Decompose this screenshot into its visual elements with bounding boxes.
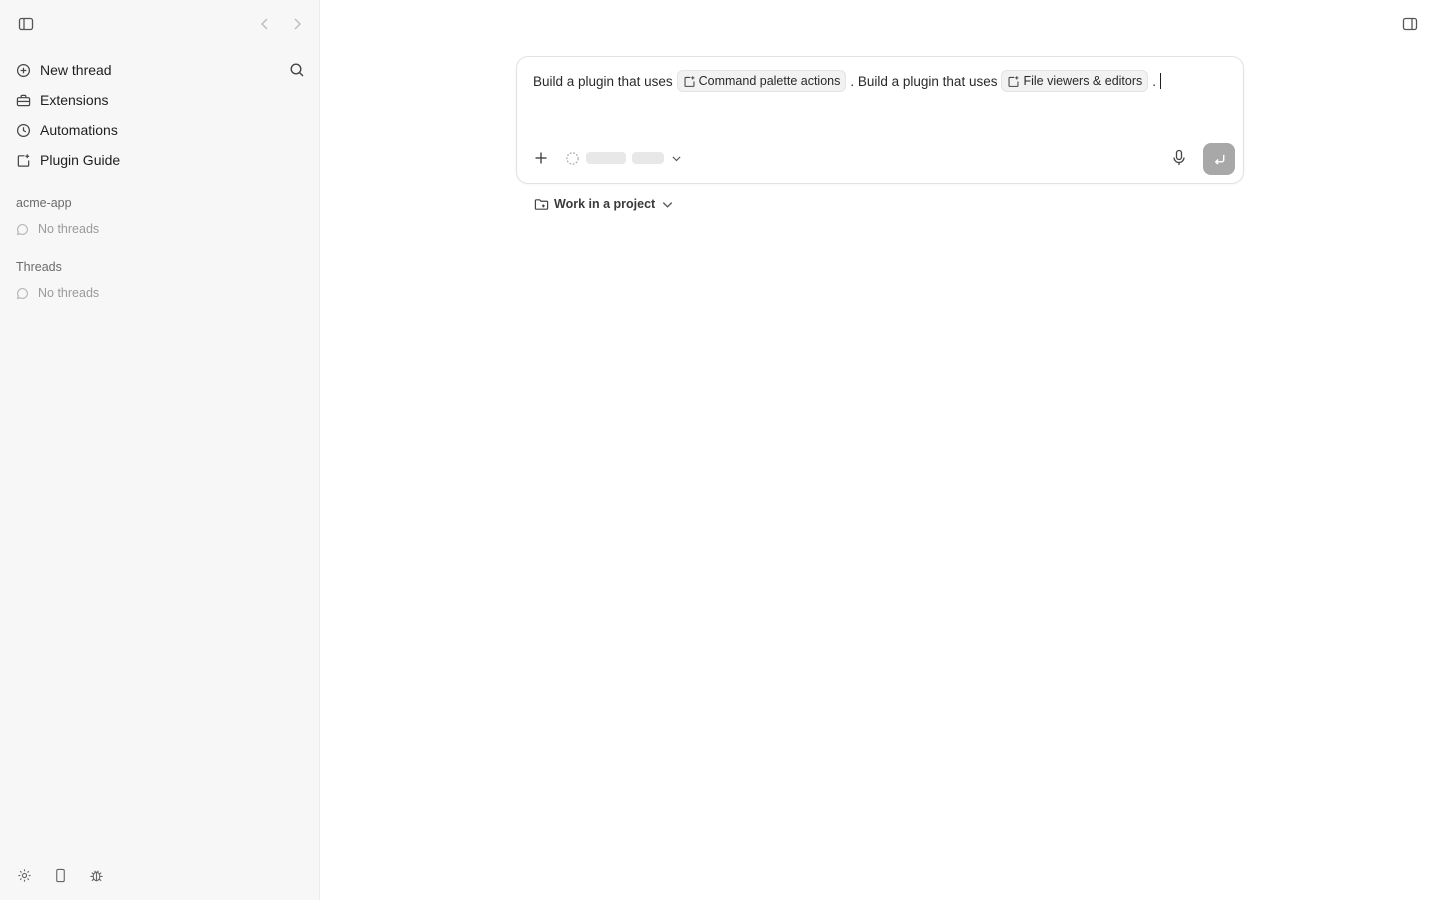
new-thread-button[interactable]: New thread xyxy=(16,58,112,82)
model-name-placeholder xyxy=(586,152,626,164)
chevron-down-icon xyxy=(663,201,673,208)
work-in-project-button[interactable]: Work in a project xyxy=(534,195,675,213)
plugin-icon xyxy=(1008,75,1019,87)
chip-label: File viewers & editors xyxy=(1023,74,1143,88)
phone-icon[interactable] xyxy=(52,867,68,883)
clock-icon xyxy=(16,123,31,138)
sidebar: New thread Extensions Automations Plugin… xyxy=(0,0,320,900)
empty-threads-text: No threads xyxy=(38,222,100,236)
model-selector[interactable] xyxy=(565,150,683,166)
sidebar-item-label: Plugin Guide xyxy=(40,152,121,168)
folder-plus-icon xyxy=(534,198,549,210)
project-label: Work in a project xyxy=(554,197,656,211)
project-section-label[interactable]: acme-app xyxy=(16,196,72,210)
new-thread-label: New thread xyxy=(40,62,112,78)
plus-circle-icon xyxy=(16,63,31,78)
attach-plus-icon[interactable] xyxy=(533,150,549,166)
plugin-icon xyxy=(684,75,695,87)
gear-icon[interactable] xyxy=(16,867,32,883)
project-empty-threads: No threads xyxy=(16,222,99,236)
forward-chevron-icon[interactable] xyxy=(286,13,308,35)
enter-arrow-icon xyxy=(1214,154,1224,165)
empty-threads-text: No threads xyxy=(38,286,100,300)
microphone-icon[interactable] xyxy=(1171,149,1187,167)
chat-bubble-icon xyxy=(16,287,28,299)
sidebar-item-label: Extensions xyxy=(40,92,109,108)
sidebar-item-plugin-guide[interactable]: Plugin Guide xyxy=(16,148,120,172)
composer: Build a plugin that uses Command palette… xyxy=(516,56,1244,184)
plugin-icon xyxy=(16,153,31,168)
skill-chip[interactable]: File viewers & editors xyxy=(1001,70,1149,92)
send-button[interactable] xyxy=(1203,143,1235,175)
sidebar-item-label: Automations xyxy=(40,122,118,138)
text-cursor xyxy=(1160,73,1162,89)
search-icon[interactable] xyxy=(286,59,308,81)
chip-label: Command palette actions xyxy=(698,74,841,88)
chevron-down-icon xyxy=(672,155,681,161)
toolbox-icon xyxy=(16,93,31,108)
prompt-text: Build a plugin that uses xyxy=(533,73,673,89)
toggle-sidebar-icon[interactable] xyxy=(15,13,37,35)
model-variant-placeholder xyxy=(632,152,664,164)
prompt-text: . Build a plugin that uses xyxy=(850,73,998,89)
loading-spinner-icon xyxy=(566,151,579,165)
sidebar-item-automations[interactable]: Automations xyxy=(16,118,118,142)
skill-chip[interactable]: Command palette actions xyxy=(676,70,847,92)
threads-section-label: Threads xyxy=(16,260,62,274)
sidebar-footer xyxy=(16,867,104,883)
toggle-right-panel-icon[interactable] xyxy=(1399,13,1421,35)
prompt-input[interactable]: Build a plugin that uses Command palette… xyxy=(533,70,1227,92)
chat-bubble-icon xyxy=(16,223,28,235)
threads-empty: No threads xyxy=(16,286,99,300)
prompt-text: . xyxy=(1152,73,1157,89)
sidebar-item-extensions[interactable]: Extensions xyxy=(16,88,108,112)
back-chevron-icon[interactable] xyxy=(254,13,276,35)
bug-icon[interactable] xyxy=(88,867,104,883)
